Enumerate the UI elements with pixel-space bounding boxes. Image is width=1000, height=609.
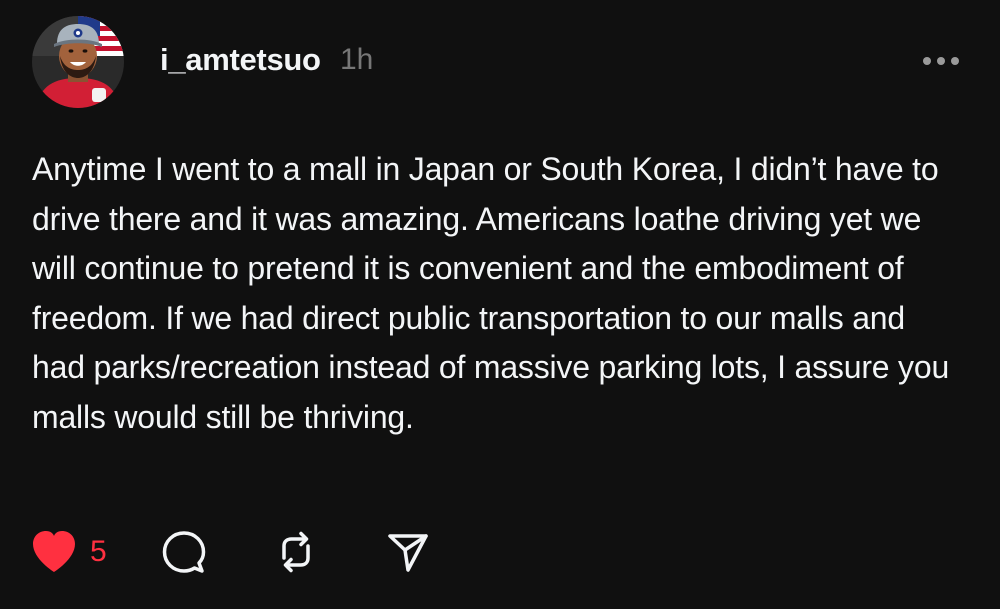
post-actions-bar: 5 [30, 527, 446, 577]
avatar[interactable] [32, 16, 124, 108]
more-horizontal-icon [923, 57, 959, 65]
like-count: 5 [90, 535, 107, 568]
share-send-icon [388, 534, 428, 572]
repost-button[interactable] [274, 530, 386, 574]
avatar-photo [32, 16, 124, 108]
author-username[interactable]: i_amtetsuo [160, 42, 321, 78]
like-button[interactable]: 5 [30, 530, 162, 574]
more-options-button[interactable] [918, 50, 964, 72]
comment-button[interactable] [162, 530, 274, 574]
heart-filled-icon [33, 531, 75, 572]
post-body-text: Anytime I went to a mall in Japan or Sou… [32, 151, 950, 435]
repost-icon [282, 531, 310, 573]
post-timestamp: 1h [340, 43, 374, 76]
threads-post: i_amtetsuo 1h Anytime I went to a mall i… [0, 0, 1000, 609]
share-button[interactable] [386, 530, 446, 574]
comment-icon [162, 531, 206, 573]
